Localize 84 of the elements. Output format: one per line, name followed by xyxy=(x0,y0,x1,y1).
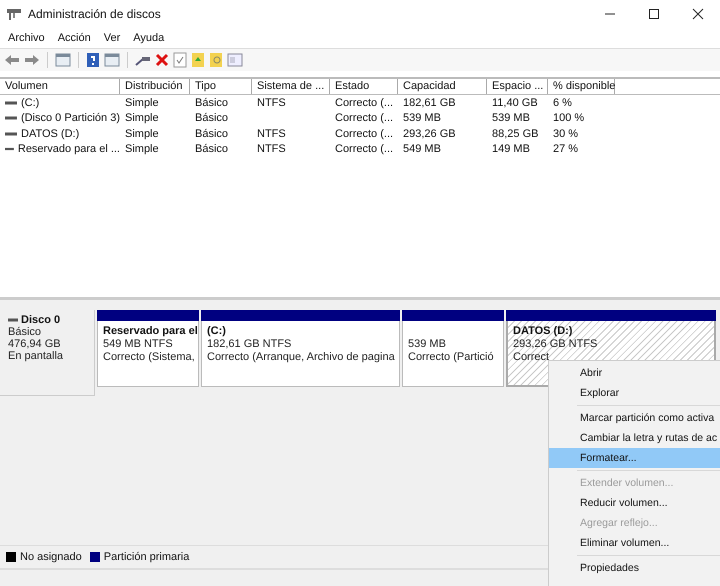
table-cell-text: Correcto (... xyxy=(334,143,394,156)
table-cell-text: Básico xyxy=(194,112,230,124)
volume-icon xyxy=(5,100,17,105)
partition-status: Correcto (Sistema, xyxy=(103,351,193,364)
legend-label: No asignado xyxy=(20,551,82,563)
forward-arrow-icon[interactable] xyxy=(24,53,40,67)
table-cell-text: 539 MB xyxy=(402,112,442,124)
menu-item[interactable]: Ayuda xyxy=(133,32,164,44)
column-header[interactable]: Volumen xyxy=(0,79,120,94)
volume-icon xyxy=(5,147,14,152)
legend-label: Partición primaria xyxy=(104,551,190,563)
volume-icon xyxy=(5,132,17,136)
partition-name: DATOS (D:) xyxy=(513,325,574,338)
table-cell-text: 27 % xyxy=(552,143,580,156)
table-cell-text: 549 MB xyxy=(402,143,442,156)
partition-size: 182,61 GB NTFS xyxy=(207,338,292,351)
table-cell: DATOS (D:) xyxy=(21,128,80,140)
table-cell-text: NTFS xyxy=(256,143,287,156)
partition-block[interactable]: (C:) 182,61 GB NTFS Correcto (Arranque, Archivo de pagina xyxy=(201,321,400,387)
table-cell-text: Correcto (... xyxy=(334,128,394,140)
table-cell-text: 149 MB xyxy=(491,143,531,156)
table-cell-text: 30 % xyxy=(552,128,580,140)
partition-size: 293,26 GB NTFS xyxy=(513,338,598,351)
table-cell: (Disco 0 Partición 3) xyxy=(20,112,120,124)
partition-status: Correcto (Arranque, Archivo de pagina xyxy=(207,351,394,364)
partition-size: 539 MB xyxy=(408,338,447,351)
table-cell-text: 88,25 GB xyxy=(491,128,540,140)
table-cell-text: Correcto (... xyxy=(334,96,394,109)
table-cell-text: Básico xyxy=(194,96,230,109)
partition-block[interactable]: Reservado para el 549 MB NTFS Correcto (Sistema, xyxy=(97,321,199,387)
context-menu-item[interactable]: Reducir volumen... xyxy=(549,493,720,513)
table-cell-text: Correcto (... xyxy=(334,112,394,124)
partition-status: Correct xyxy=(513,351,550,364)
context-menu-item[interactable]: Marcar partición como activa xyxy=(549,408,720,428)
column-header[interactable]: Tipo xyxy=(190,79,252,94)
table-cell: Reservado para el ... xyxy=(18,143,120,156)
partition-name: (C:) xyxy=(207,325,227,338)
table-cell-text: Simple xyxy=(124,143,160,156)
partition-size: 549 MB NTFS xyxy=(103,338,174,351)
disk-management-icon xyxy=(6,7,22,21)
column-header[interactable]: Capacidad xyxy=(398,79,487,94)
context-menu-item[interactable]: Eliminar volumen... xyxy=(549,533,720,553)
volume-icon xyxy=(5,116,17,120)
menu-item[interactable]: Ver xyxy=(104,32,120,44)
partition-status: Correcto (Partició xyxy=(408,351,495,364)
disk-type: Básico xyxy=(8,326,42,338)
table-cell: (C:) xyxy=(21,96,40,109)
table-cell-text: NTFS xyxy=(256,128,287,140)
table-cell-text: Simple xyxy=(124,128,160,140)
table-cell-text: 100 % xyxy=(552,112,586,124)
delete-icon[interactable] xyxy=(155,53,169,67)
window-icon[interactable] xyxy=(227,53,243,67)
disk-name: Disco 0 xyxy=(21,314,60,326)
table-cell-text: 6 % xyxy=(552,96,573,109)
back-arrow-icon[interactable] xyxy=(4,53,20,67)
table-cell-text: 182,61 GB xyxy=(402,96,457,109)
menu-item[interactable]: Archivo xyxy=(8,32,45,44)
column-header[interactable]: Espacio ... xyxy=(487,79,548,94)
panel-icon[interactable] xyxy=(104,53,120,67)
table-cell-text: Básico xyxy=(194,143,230,156)
context-menu-item[interactable]: Propiedades xyxy=(549,558,720,578)
menu-item[interactable]: Acción xyxy=(58,32,91,44)
column-header[interactable]: Estado xyxy=(330,79,398,94)
column-header[interactable]: Sistema de ... xyxy=(252,79,330,94)
help-icon[interactable] xyxy=(86,52,100,68)
table-cell-text: NTFS xyxy=(256,96,287,109)
table-cell-text: Simple xyxy=(124,112,160,124)
close-icon[interactable] xyxy=(692,8,704,20)
disk-status: En pantalla xyxy=(8,350,64,362)
window-title: Administración de discos xyxy=(28,7,161,21)
column-header[interactable]: Distribución xyxy=(120,79,190,94)
context-menu-item[interactable]: Formatear... xyxy=(549,448,720,468)
partition-block[interactable]: 539 MB Correcto (Partició xyxy=(402,321,504,387)
table-cell-text: 11,40 GB xyxy=(491,96,539,109)
column-header[interactable]: % disponible xyxy=(548,79,615,94)
panel-icon[interactable] xyxy=(55,53,71,67)
checked-document-icon[interactable] xyxy=(173,52,187,68)
disk-size: 476,94 GB xyxy=(8,338,62,350)
maximize-icon[interactable] xyxy=(648,8,660,20)
context-menu-item[interactable]: Cambiar la letra y rutas de ac xyxy=(549,428,720,448)
table-cell-text: 293,26 GB xyxy=(402,128,457,140)
table-cell-text: 539 MB xyxy=(491,112,531,124)
table-cell-text: Simple xyxy=(124,96,160,109)
table-cell-text: Básico xyxy=(194,128,230,140)
